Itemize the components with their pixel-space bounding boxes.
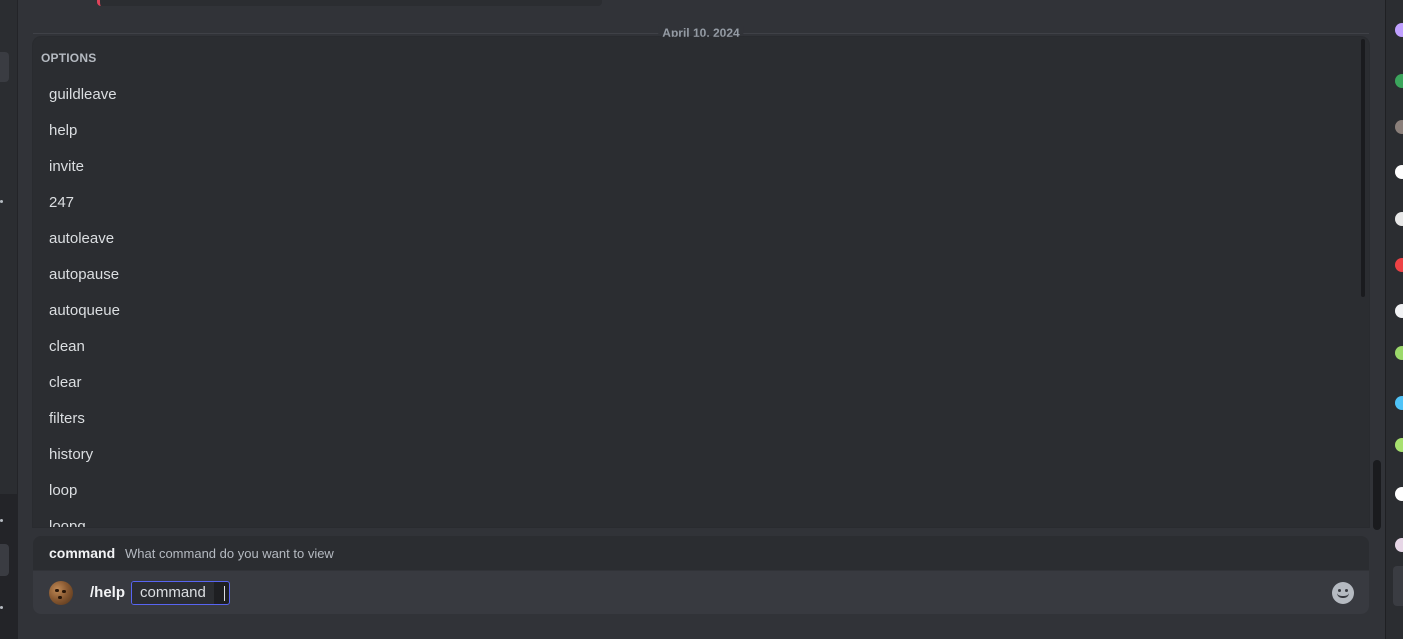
option-item-invite[interactable]: invite xyxy=(41,149,1355,185)
member-avatar[interactable] xyxy=(1395,438,1403,452)
member-avatar[interactable] xyxy=(1395,396,1403,410)
bot-avatar-icon xyxy=(49,581,73,605)
option-item-filters[interactable]: filters xyxy=(41,401,1355,437)
option-name: command xyxy=(49,545,116,561)
member-avatar[interactable] xyxy=(1395,74,1403,88)
user-panel-button[interactable] xyxy=(0,544,9,576)
option-item-guildleave[interactable]: guildleave xyxy=(41,77,1355,113)
option-item-history[interactable]: history xyxy=(41,437,1355,473)
option-item-loopq[interactable]: loopq xyxy=(41,509,1355,527)
member-avatar[interactable] xyxy=(1395,23,1403,37)
autocomplete-scrollbar[interactable] xyxy=(1361,39,1365,297)
member-avatar[interactable] xyxy=(1395,212,1403,226)
option-item-loop[interactable]: loop xyxy=(41,473,1355,509)
message-composer[interactable]: /help command xyxy=(33,571,1369,614)
user-panel xyxy=(0,494,17,639)
chat-scrollbar[interactable] xyxy=(1373,460,1381,530)
autocomplete-header: OPTIONS xyxy=(41,51,97,65)
channel-selected-indicator[interactable] xyxy=(0,52,9,82)
command-option-autocomplete: OPTIONS guildleave help invite 247 autol… xyxy=(33,37,1369,527)
option-item-clear[interactable]: clear xyxy=(41,365,1355,401)
option-pill-label: command xyxy=(132,582,214,604)
server-channel-strip xyxy=(0,0,18,639)
command-option-hint: command What command do you want to view xyxy=(33,536,1369,570)
option-item-247[interactable]: 247 xyxy=(41,185,1355,221)
date-divider: April 10, 2024 xyxy=(33,26,1369,40)
autocomplete-options-list: guildleave help invite 247 autoleave aut… xyxy=(41,77,1355,527)
member-list xyxy=(1385,0,1403,639)
command-option-input[interactable]: command xyxy=(131,581,230,605)
member-avatar[interactable] xyxy=(1395,258,1403,272)
emoji-picker-icon[interactable] xyxy=(1332,582,1354,604)
option-item-autopause[interactable]: autopause xyxy=(41,257,1355,293)
member-avatar[interactable] xyxy=(1395,487,1403,501)
previous-message-embed xyxy=(97,0,602,6)
channel-glyph xyxy=(0,200,3,203)
member-avatar[interactable] xyxy=(1395,120,1403,134)
option-description: What command do you want to view xyxy=(125,546,334,561)
slash-command-name: /help xyxy=(90,584,126,601)
member-avatar[interactable] xyxy=(1395,346,1403,360)
option-item-autoleave[interactable]: autoleave xyxy=(41,221,1355,257)
member-avatar[interactable] xyxy=(1395,304,1403,318)
member-avatar[interactable] xyxy=(1395,165,1403,179)
option-item-clean[interactable]: clean xyxy=(41,329,1355,365)
option-item-autoqueue[interactable]: autoqueue xyxy=(41,293,1355,329)
text-cursor xyxy=(224,586,225,601)
settings-glyph[interactable] xyxy=(0,606,3,609)
member-hover-highlight xyxy=(1393,566,1403,606)
member-avatar[interactable] xyxy=(1395,538,1403,552)
user-panel-glyph xyxy=(0,519,3,522)
option-item-help[interactable]: help xyxy=(41,113,1355,149)
